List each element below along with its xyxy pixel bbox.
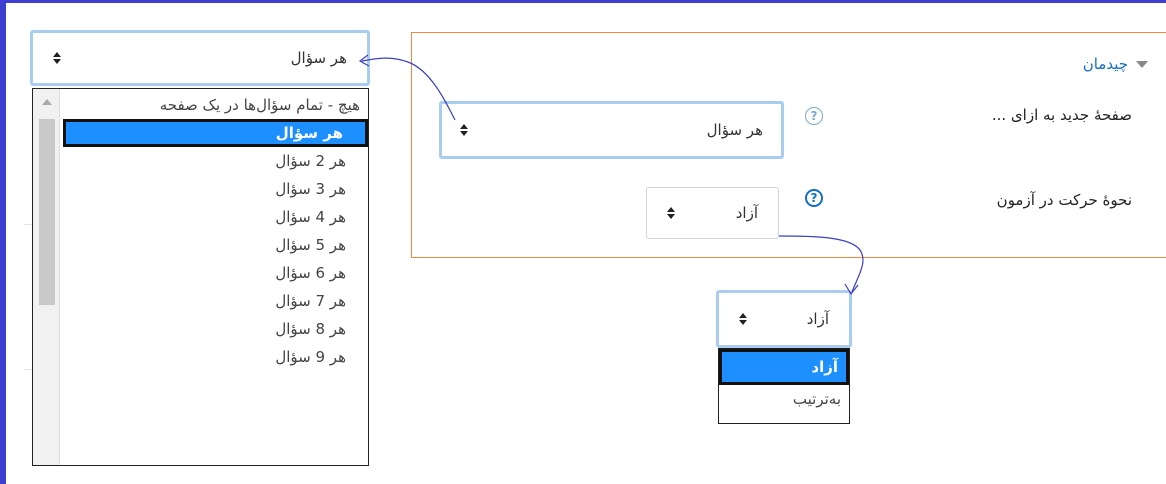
- arrow-new-page: [361, 57, 456, 121]
- annotation-arrows: [358, 54, 864, 296]
- arrow-navigation: [778, 235, 864, 293]
- arrow-head-icon: [844, 283, 859, 296]
